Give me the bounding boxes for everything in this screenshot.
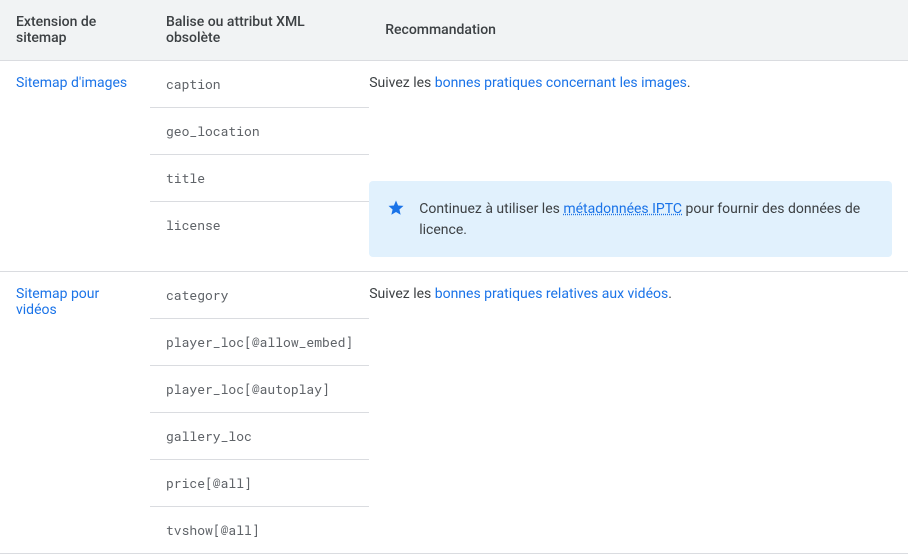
- deprecated-tag: price[@all]: [150, 460, 369, 507]
- recommendation-link[interactable]: bonnes pratiques relatives aux vidéos: [435, 286, 668, 302]
- recommendation-text: Suivez les bonnes pratiques relatives au…: [369, 286, 892, 302]
- deprecated-tag: player_loc[@allow_embed]: [150, 319, 369, 366]
- header-extension: Extension de sitemap: [0, 0, 150, 61]
- deprecation-table: Extension de sitemap Balise ou attribut …: [0, 0, 908, 554]
- info-note: Continuez à utiliser les métadonnées IPT…: [369, 181, 892, 257]
- recommendation-text: Suivez les bonnes pratiques concernant l…: [369, 75, 892, 91]
- header-recommendation: Recommandation: [369, 0, 908, 61]
- recommendation-link[interactable]: bonnes pratiques concernant les images: [435, 75, 687, 91]
- deprecated-tag: gallery_loc: [150, 413, 369, 460]
- deprecated-tag: tvshow[@all]: [150, 507, 369, 553]
- deprecated-tag: title: [150, 155, 369, 202]
- table-row: Sitemap d'images captiongeo_locationtitle…: [0, 61, 908, 272]
- extension-link[interactable]: Sitemap d'images: [16, 75, 127, 91]
- header-tag: Balise ou attribut XML obsolète: [150, 0, 369, 61]
- extension-link[interactable]: Sitemap pour vidéos: [16, 286, 99, 318]
- deprecated-tag: category: [150, 272, 369, 319]
- deprecated-tag: caption: [150, 61, 369, 108]
- note-link[interactable]: métadonnées IPTC: [563, 201, 682, 217]
- star-icon: [387, 199, 405, 217]
- deprecated-tag: player_loc[@autoplay]: [150, 366, 369, 413]
- deprecated-tag: license: [150, 202, 369, 248]
- table-row: Sitemap pour vidéoscategoryplayer_loc[@a…: [0, 272, 908, 554]
- deprecated-tag: geo_location: [150, 108, 369, 155]
